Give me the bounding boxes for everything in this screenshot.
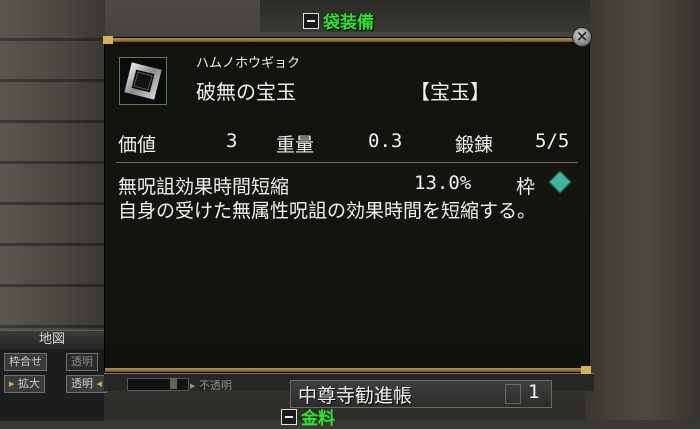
transparent-button[interactable]: 透明 (66, 353, 98, 371)
effect-value: 13.0% (414, 172, 472, 194)
section-title: 袋装備 (323, 13, 374, 33)
list-item-count: 1 (528, 381, 541, 403)
tooltip-divider (116, 162, 578, 163)
opacity-slider-knob[interactable] (170, 378, 177, 389)
collapse-icon[interactable] (281, 408, 297, 425)
tooltip-frame-bottom (105, 368, 589, 372)
expand-arrow-icon: ▸ (9, 377, 15, 390)
scene-wall-right (585, 0, 700, 420)
close-icon[interactable]: × (572, 27, 592, 47)
forge-label: 鍛錬 (455, 134, 494, 156)
item-category: 【宝玉】 (410, 80, 490, 104)
item-reading: ハムノホウギョク (196, 56, 301, 71)
forge-amount: 5/5 (535, 130, 570, 152)
scene-wall-left (0, 0, 105, 330)
item-lock-icon (505, 384, 521, 404)
map-panel-title: 地図 (0, 331, 104, 349)
section-title: 金料 (301, 409, 335, 429)
tooltip-frame-top (105, 38, 589, 42)
item-name: 破無の宝玉 (196, 80, 296, 104)
zoom-button[interactable]: ▸ 拡大 (4, 375, 46, 393)
gem-frame-icon (119, 57, 167, 105)
weight-label: 重量 (276, 134, 315, 156)
item-description: 自身の受けた無属性呪詛の効果時間を短縮する。 (118, 200, 537, 222)
expand-arrow-icon: ◂ (96, 377, 103, 390)
opaque-label: ▸ 不透明 (190, 379, 233, 392)
opacity-slider-track[interactable] (127, 378, 189, 391)
frame-corner (103, 36, 113, 44)
fit-frame-button[interactable]: 枠合せ (4, 353, 47, 371)
frame-corner (581, 366, 591, 374)
value-amount: 3 (226, 130, 238, 152)
slot-label: 枠 (516, 176, 536, 198)
collapse-icon[interactable] (303, 12, 319, 29)
section-header-gold[interactable]: 金料 (281, 404, 335, 429)
zoom-button-label: 拡大 (18, 377, 41, 390)
value-label: 価値 (118, 134, 157, 156)
transparency-mode-label: 透明 (71, 377, 93, 390)
section-header-bag-equipment[interactable]: 袋装備 (303, 8, 374, 33)
opaque-label-text: 不透明 (199, 379, 233, 392)
weight-amount: 0.3 (368, 130, 403, 152)
effect-name: 無呪詛効果時間短縮 (118, 176, 290, 198)
transparency-mode-button[interactable]: 透明 ◂ (66, 375, 108, 393)
